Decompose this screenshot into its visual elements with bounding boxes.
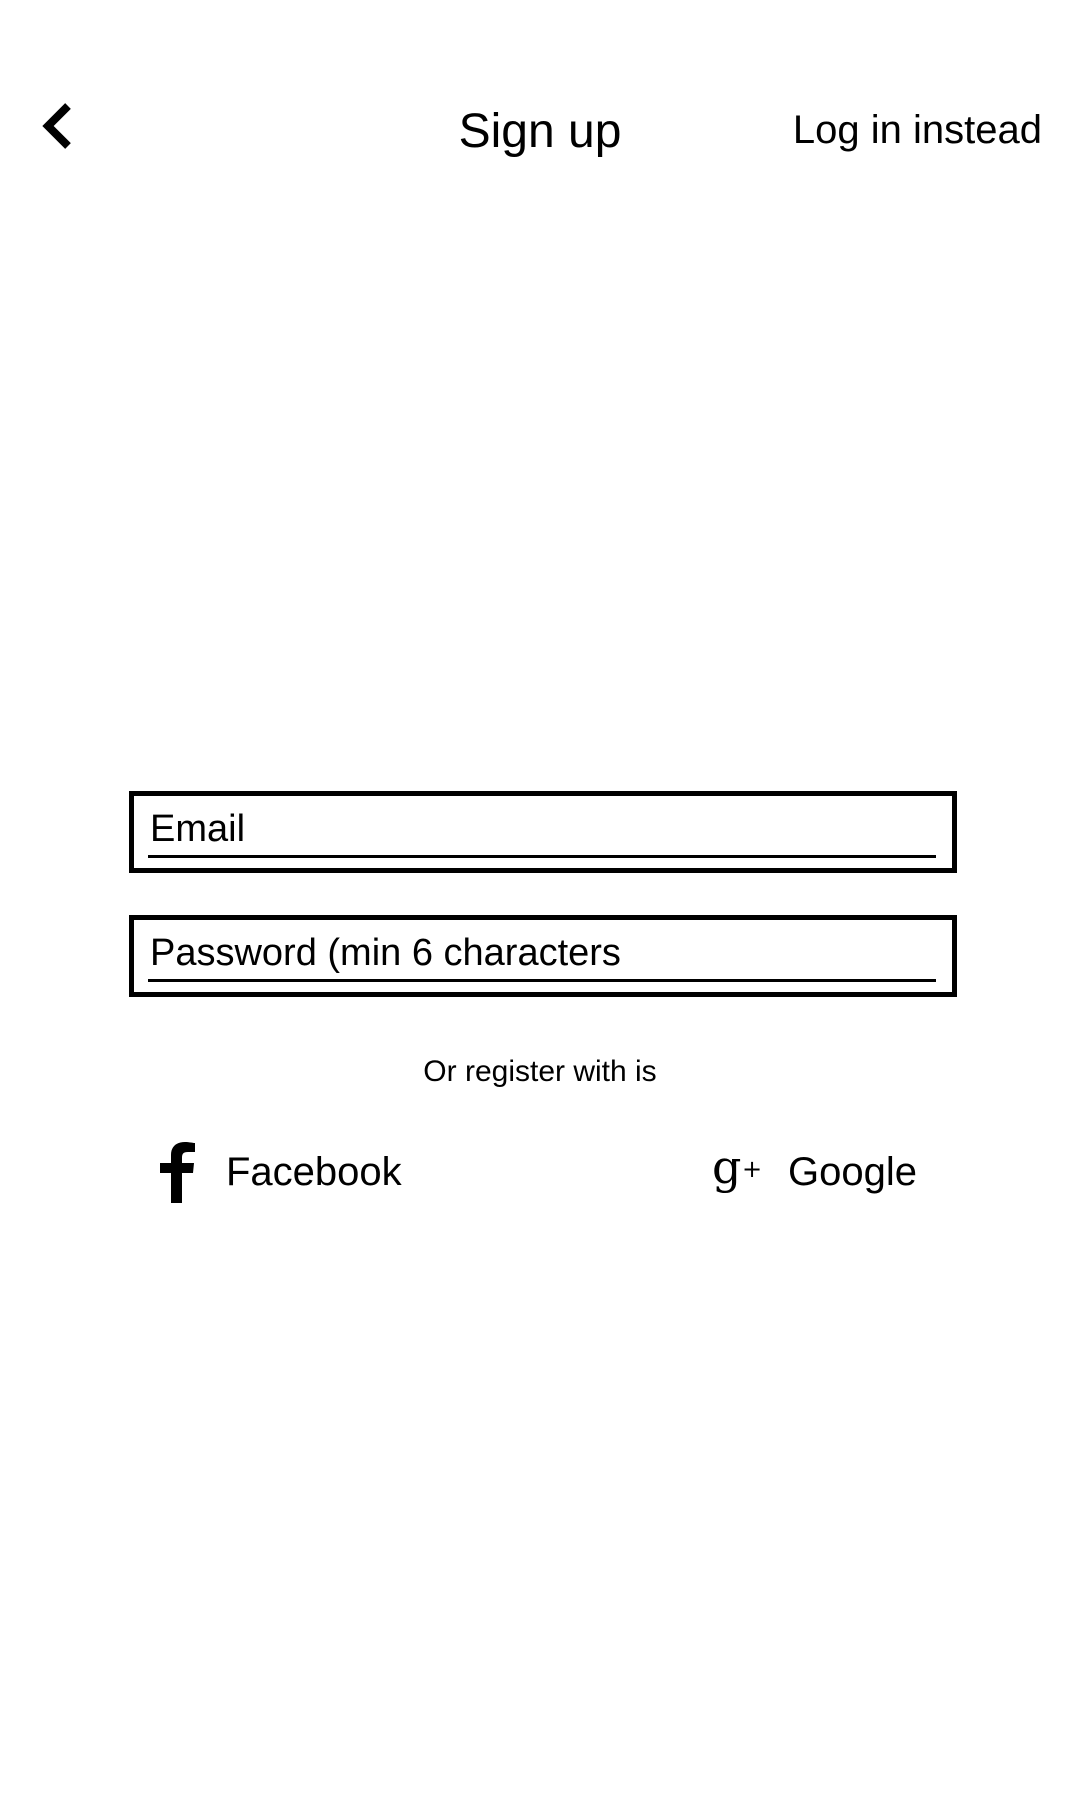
google-label: Google [788,1150,917,1194]
google-plus-icon: g + [712,1145,762,1199]
svg-text:g: g [712,1145,741,1194]
email-field[interactable] [148,804,936,858]
login-instead-link[interactable]: Log in instead [793,106,1042,154]
password-field[interactable] [148,928,936,982]
facebook-label: Facebook [226,1150,402,1194]
svg-text:+: + [742,1155,762,1183]
google-button[interactable]: g + Google [712,1132,917,1212]
facebook-icon [158,1141,196,1203]
email-field-container [129,791,957,873]
password-field-container [129,915,957,997]
facebook-button[interactable]: Facebook [158,1132,402,1212]
register-with-prompt: Or register with is [423,1055,657,1088]
page-title-text: Sign up [458,105,622,158]
